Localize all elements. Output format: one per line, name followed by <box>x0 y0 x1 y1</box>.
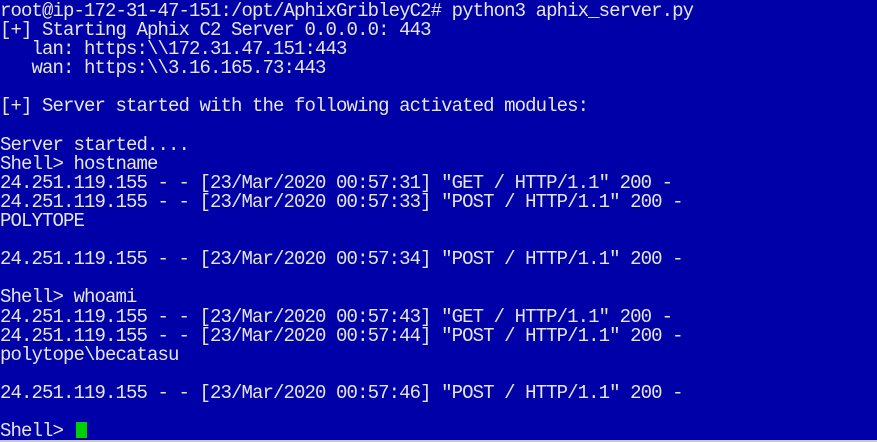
terminal-line: 24.251.119.155 - - [23/Mar/2020 00:57:46… <box>0 381 684 404</box>
terminal-line: Shell> hostname <box>0 152 158 175</box>
terminal-line: 24.251.119.155 - - [23/Mar/2020 00:57:44… <box>0 324 684 347</box>
terminal-line: wan: https:\\3.16.165.73:443 <box>0 57 327 80</box>
terminal-line: Server started.... <box>0 133 190 156</box>
terminal-line: POLYTOPE <box>0 210 85 233</box>
terminal-line: [+] Server started with the following ac… <box>0 95 589 118</box>
terminal-prompt-line[interactable]: Shell> <box>0 422 693 441</box>
terminal-line: 24.251.119.155 - - [23/Mar/2020 00:57:33… <box>0 190 684 213</box>
shell-prompt: Shell> <box>0 420 74 442</box>
terminal-line: 24.251.119.155 - - [23/Mar/2020 00:57:43… <box>0 305 673 328</box>
terminal-output: root@ip-172-31-47-151:/opt/AphixGribleyC… <box>0 1 694 441</box>
terminal-window[interactable]: root@ip-172-31-47-151:/opt/AphixGribleyC… <box>0 0 877 442</box>
text-cursor <box>75 422 87 439</box>
terminal-line: 24.251.119.155 - - [23/Mar/2020 00:57:34… <box>0 248 684 271</box>
terminal-line: Shell> whoami <box>0 286 137 309</box>
terminal-line: polytope\becatasu <box>0 343 179 366</box>
